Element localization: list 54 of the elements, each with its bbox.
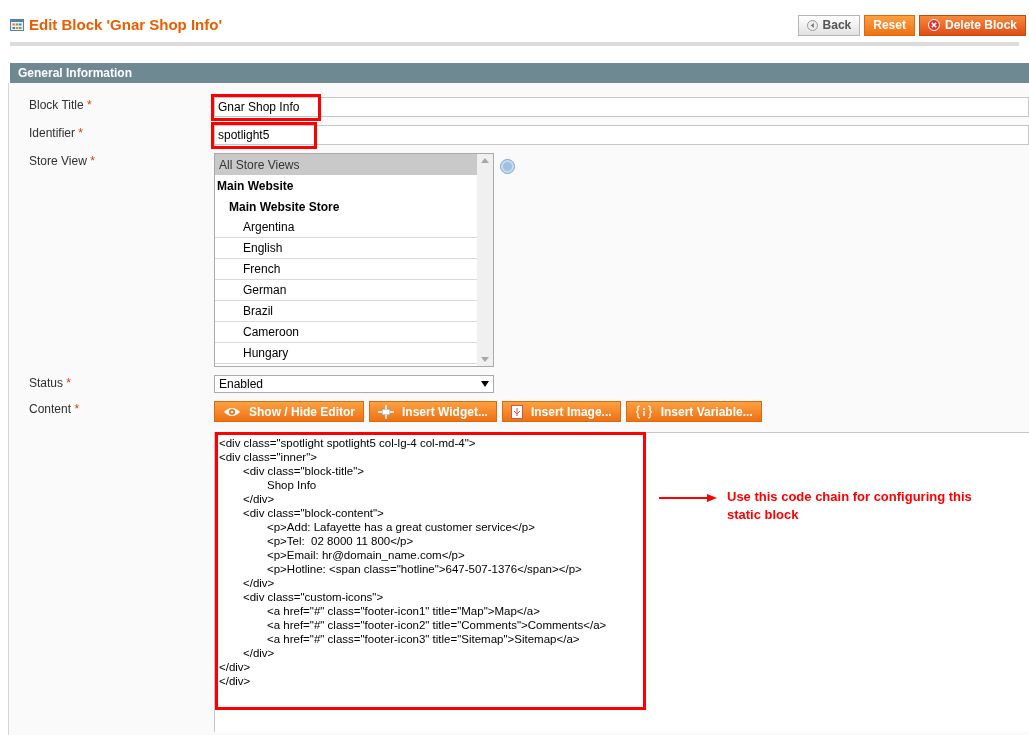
list-option[interactable]: Argentina xyxy=(215,217,477,238)
list-option[interactable]: All Store Views xyxy=(215,154,477,175)
code-line: <div class="spotlight spotlight5 col-lg-4 col-md-4"> xyxy=(219,436,476,450)
field-label: Store View * xyxy=(28,153,96,169)
code-line: Shop Info xyxy=(266,478,317,492)
dropdown-arrow-icon xyxy=(481,381,489,387)
list-option[interactable]: English xyxy=(215,238,477,259)
text-field[interactable]: Gnar Shop Info xyxy=(214,97,1029,117)
code-line: </div> xyxy=(219,660,251,674)
field-label: Block Title * xyxy=(28,97,93,113)
scrollbar[interactable] xyxy=(477,154,493,366)
annotation-note: Use this code chain for configuring this static block xyxy=(727,488,973,524)
text-field[interactable]: spotlight5 xyxy=(214,125,1029,145)
widget-icon xyxy=(378,404,394,419)
code-line: <p>Add: Lafayette has a great customer service</p> xyxy=(266,520,535,534)
option-group-label[interactable]: Main Website Store xyxy=(215,196,477,217)
grid-icon xyxy=(10,19,24,31)
status-dropdown[interactable]: Enabled xyxy=(214,375,494,393)
arrow-icon xyxy=(659,494,717,502)
page-title: Edit Block 'Gnar Shop Info' xyxy=(29,14,222,35)
eye-icon xyxy=(223,405,241,418)
help-icon xyxy=(500,159,515,174)
back-button[interactable]: Back xyxy=(797,14,861,36)
code-line: <a href="#" class="footer-icon3" title="Sitemap">Sitemap</a> xyxy=(266,632,580,646)
code-line: </div> xyxy=(242,646,275,660)
code-line: <a href="#" class="footer-icon2" title="Comments">Comments</a> xyxy=(266,618,607,632)
code-line: <p>Email: hr@domain_name.com</p> xyxy=(266,548,465,562)
list-option[interactable]: Brazil xyxy=(215,301,477,322)
image-icon xyxy=(510,404,523,419)
list-option[interactable]: Cameroon xyxy=(215,322,477,343)
braces-icon xyxy=(634,404,653,419)
field-label: Content * xyxy=(28,401,81,417)
code-line: <div class="inner"> xyxy=(219,450,317,464)
list-option[interactable]: Hungary xyxy=(215,343,477,364)
section-title: General Information xyxy=(18,65,133,82)
content-editor[interactable] xyxy=(214,432,1029,732)
field-label: Status * xyxy=(28,375,73,391)
list-option[interactable]: French xyxy=(215,259,477,280)
code-line: <p>Tel: 02 8000 11 800</p> xyxy=(266,534,414,548)
code-line: <div class="block-content"> xyxy=(242,506,384,520)
list-option[interactable]: German xyxy=(215,280,477,301)
code-line: <p>Hotline: <span class="hotline">647-507-1376</span></p> xyxy=(266,562,582,576)
down-arrow-icon xyxy=(481,357,489,362)
field-label: Identifier * xyxy=(28,125,85,141)
code-line: <div class="custom-icons"> xyxy=(242,590,384,604)
close-icon xyxy=(927,19,940,31)
up-arrow-icon xyxy=(481,158,489,163)
option-group-label[interactable]: Main Website xyxy=(215,175,477,196)
store-view-list[interactable]: All Store Views Main Website Main Website Store Argentina English French German Brazil Cameroon Hungary xyxy=(214,153,494,367)
code-line: </div> xyxy=(242,576,275,590)
code-line: </div> xyxy=(219,674,251,688)
code-line: <a href="#" class="footer-icon1" title="Map">Map</a> xyxy=(266,604,540,618)
code-line: </div> xyxy=(242,492,275,506)
code-line: <div class="block-title"> xyxy=(242,464,364,478)
